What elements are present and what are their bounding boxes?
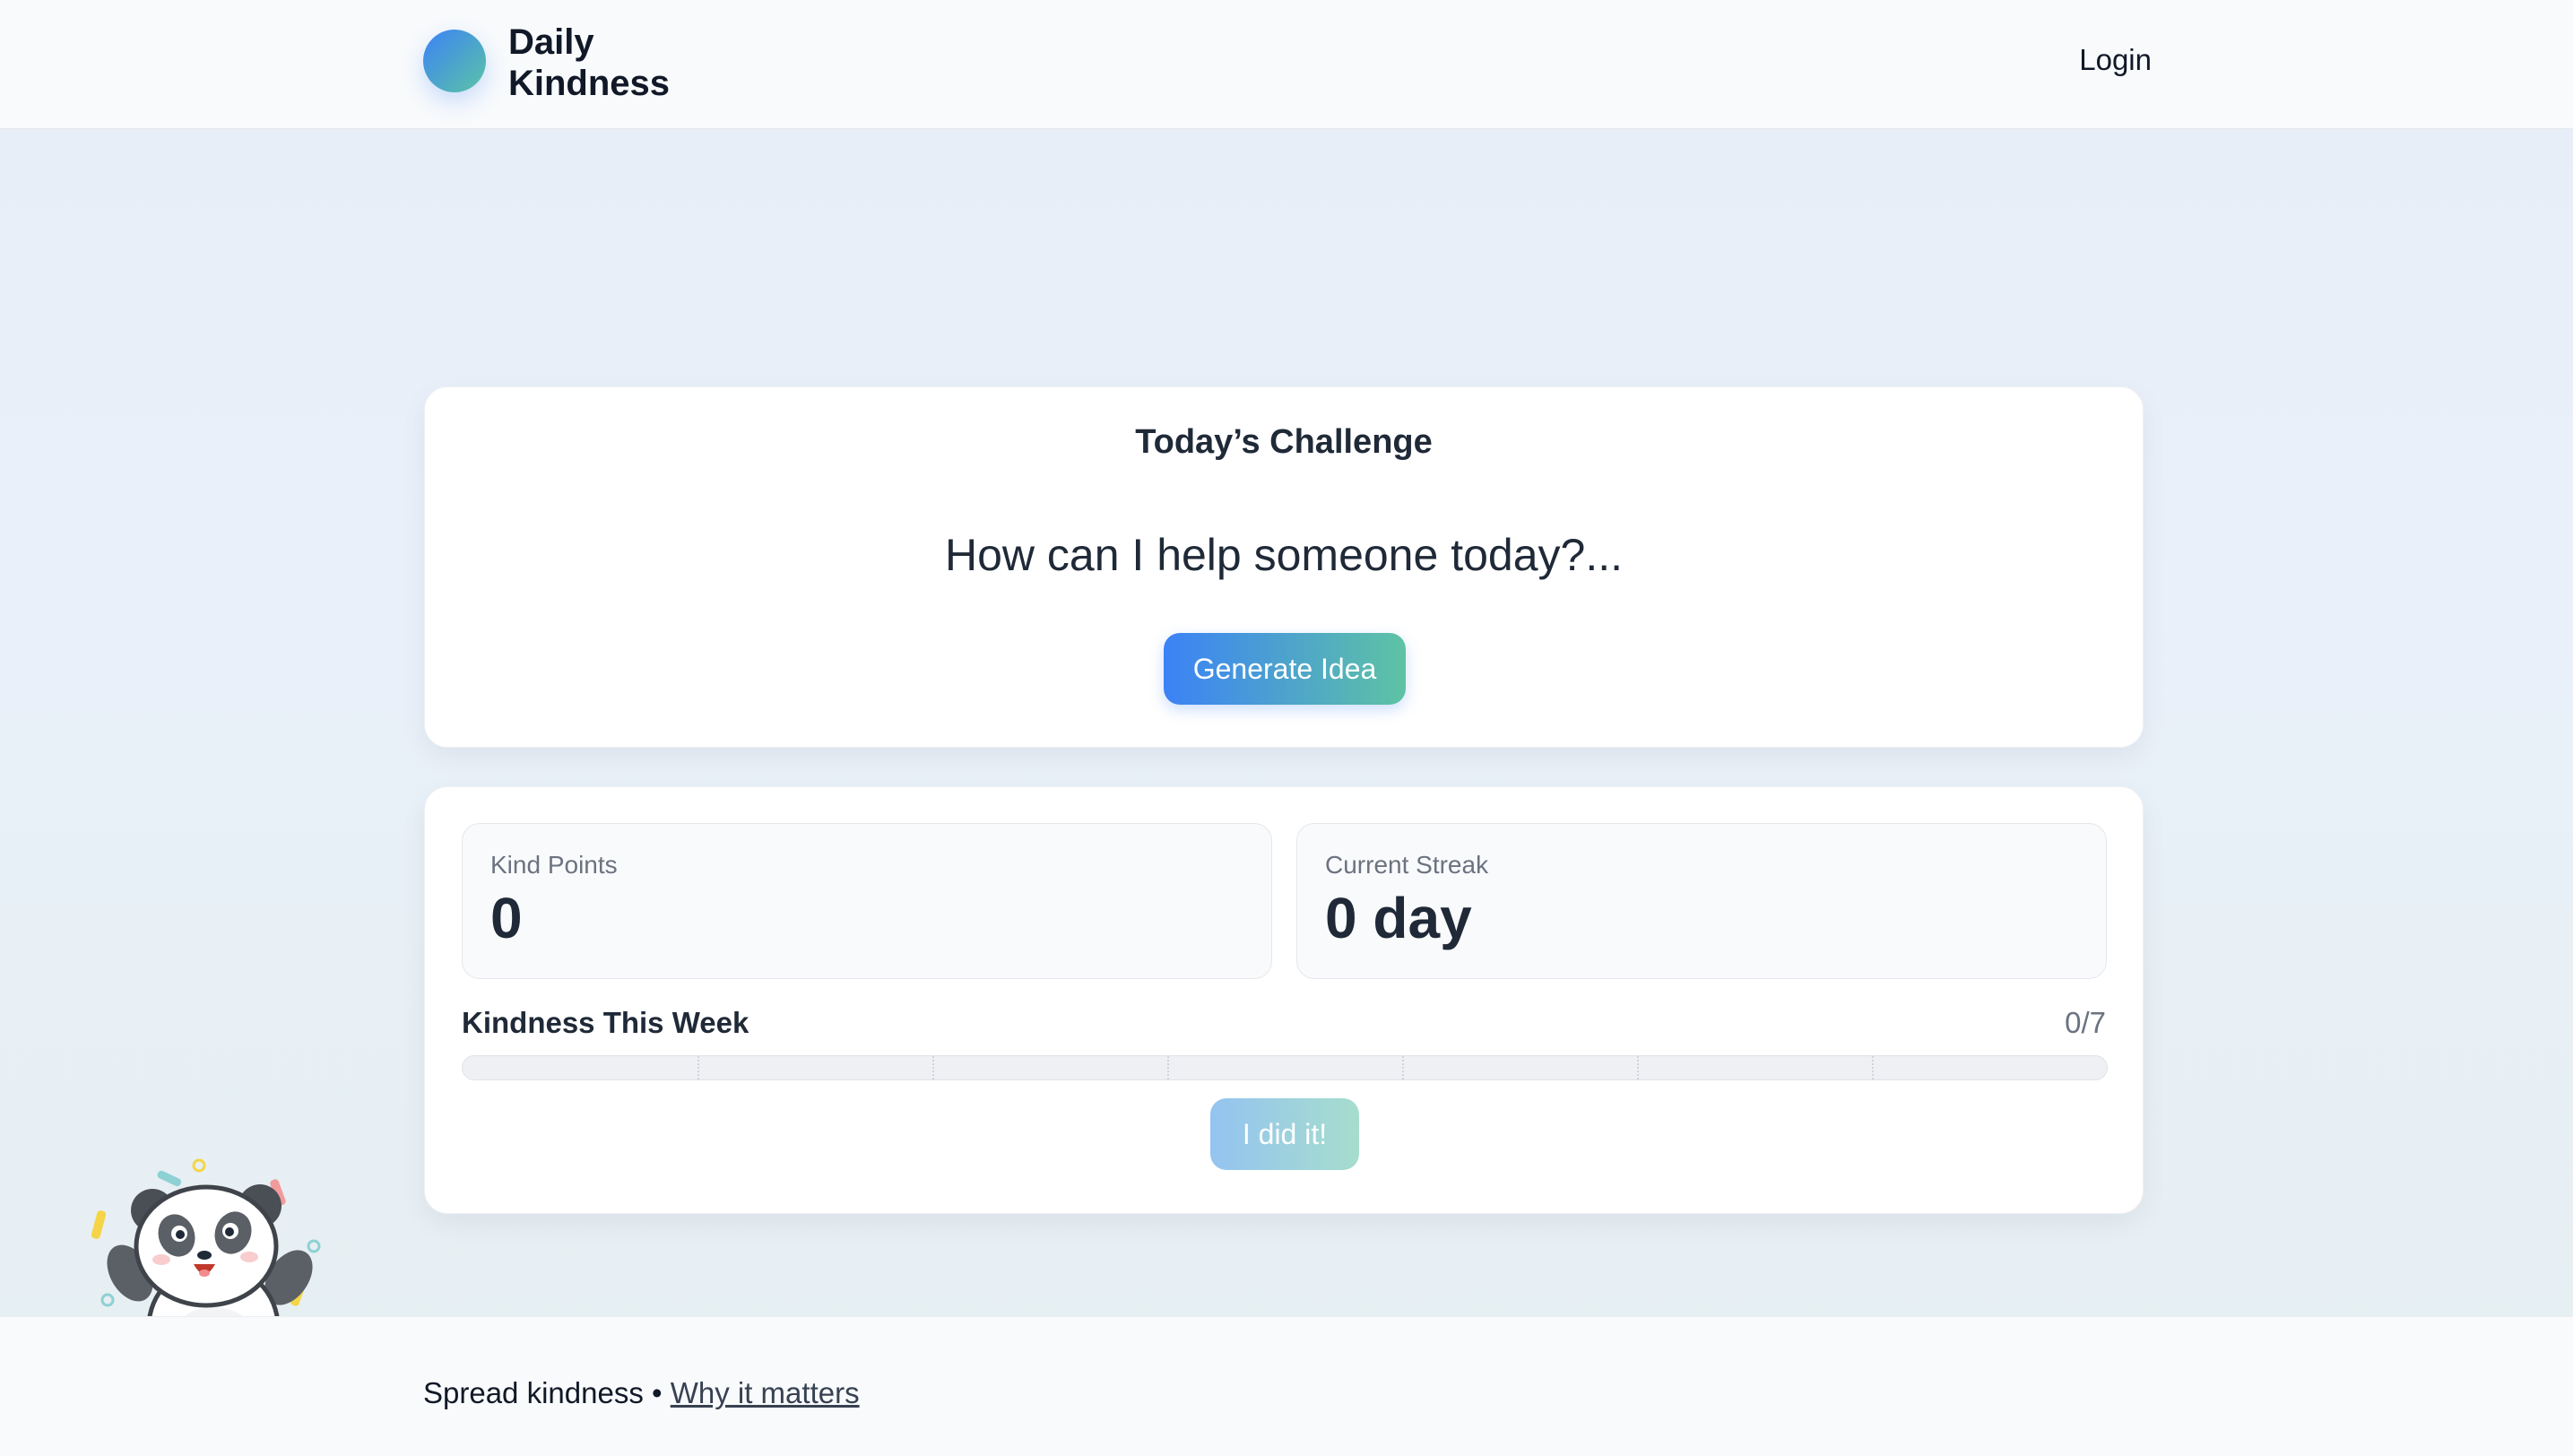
current-streak-stat: Current Streak 0 day [1296,823,2107,979]
brand-line-1: Daily [508,22,594,62]
week-progress-divider [1637,1056,1639,1079]
week-progress-divider [1167,1056,1169,1079]
challenge-title: Today’s Challenge [1135,423,1433,461]
footer-text-row: Spread kindness • Why it matters [423,1376,860,1410]
week-progress-divider [932,1056,934,1079]
week-progress-bar [462,1055,2108,1080]
week-count: 0/7 [2065,1006,2106,1039]
week-progress-divider [697,1056,699,1079]
week-progress-divider [1402,1056,1404,1079]
brand-name[interactable]: Daily Kindness [508,22,670,104]
kind-points-value: 0 [490,886,523,950]
current-streak-label: Current Streak [1325,851,1489,879]
week-progress-divider [1872,1056,1874,1079]
current-streak-value: 0 day [1325,886,1472,950]
challenge-card: Today’s Challenge How can I help someone… [424,386,2144,748]
why-it-matters-link[interactable]: Why it matters [671,1376,860,1409]
i-did-it-button[interactable]: I did it! [1210,1098,1359,1170]
brand-line-2: Kindness [508,64,671,103]
footer-text: Spread kindness • [423,1376,663,1409]
generate-idea-button[interactable]: Generate Idea [1164,633,1406,705]
kind-points-label: Kind Points [490,851,618,879]
week-title: Kindness This Week [462,1006,749,1039]
top-header: Daily Kindness Login [0,0,2573,129]
logo-icon [423,30,486,92]
challenge-prompt: How can I help someone today?... [944,530,1623,580]
login-link[interactable]: Login [2062,43,2152,77]
kind-points-stat: Kind Points 0 [462,823,1272,979]
progress-card: Kind Points 0 Current Streak 0 day Kindn… [424,786,2144,1214]
footer: Spread kindness • Why it matters [0,1316,2573,1456]
